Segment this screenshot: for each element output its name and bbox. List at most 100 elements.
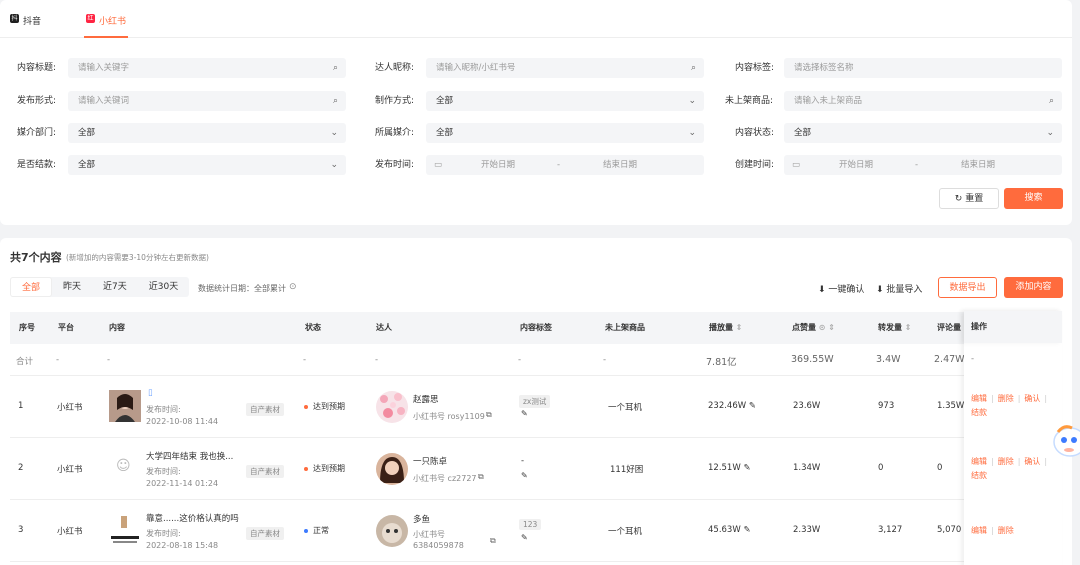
import-icon: ⬇	[876, 285, 884, 295]
status-badge: 正常	[304, 525, 329, 536]
col-status: 状态	[305, 323, 321, 332]
bookmark-icon: ▯	[148, 388, 153, 398]
publish-time-label: 发布时间:	[375, 160, 415, 170]
help-icon: ⊙	[818, 323, 826, 332]
status-badge: 达到预期	[304, 463, 345, 474]
media-owner-select[interactable]: 全部 ⌄	[426, 123, 704, 143]
row-actions: 编辑 | 删除	[971, 526, 1014, 535]
one-click-confirm-button[interactable]: ⬇ 一键确认	[818, 282, 864, 295]
export-button[interactable]: 数据导出	[938, 277, 997, 298]
chevron-down-icon: ⌄	[330, 160, 338, 170]
edit-icon[interactable]: ✎	[521, 409, 528, 418]
settle-button[interactable]: 结款	[971, 408, 987, 417]
placeholder-face-icon: ☺	[116, 458, 131, 474]
content-thumbnail[interactable]	[109, 390, 141, 422]
table-row: 3 小红书 靠意......这价格认真的吗 发布时间: 2022-08-18 1…	[10, 500, 1062, 562]
content-title[interactable]: 靠意......这价格认真的吗	[146, 512, 239, 524]
media-owner-label: 所属媒介:	[375, 128, 415, 138]
chevron-down-icon: ⌄	[330, 128, 338, 138]
edit-icon[interactable]: ✎	[743, 463, 750, 473]
delete-button[interactable]: 删除	[998, 457, 1014, 466]
edit-button[interactable]: 编辑	[971, 526, 987, 535]
chevron-down-icon: ⌄	[688, 128, 696, 138]
avatar	[376, 391, 408, 423]
confirm-button[interactable]: 确认	[1024, 394, 1040, 403]
production-method-label: 制作方式:	[375, 96, 415, 106]
avatar	[376, 453, 408, 485]
delete-button[interactable]: 删除	[998, 394, 1014, 403]
settle-button[interactable]: 结款	[971, 471, 987, 480]
tab-30days[interactable]: 近30天	[138, 277, 189, 297]
col-likes[interactable]: 点赞量 ⊙ ⇕	[792, 312, 835, 344]
publish-form-label: 发布形式:	[17, 96, 57, 106]
content-tag-select[interactable]: 请选择标签名称	[784, 58, 1062, 78]
publish-form-input[interactable]: 请输入关键词 ⌕	[68, 91, 346, 111]
col-content: 内容	[109, 323, 125, 332]
search-icon: ⌕	[332, 96, 338, 106]
assistant-icon[interactable]	[1050, 420, 1080, 462]
creator-name-label: 达人昵称:	[375, 63, 415, 73]
tab-douyin[interactable]: 抖 抖音	[10, 14, 41, 38]
help-icon[interactable]: ⊙	[289, 282, 297, 292]
edit-button[interactable]: 编辑	[971, 394, 987, 403]
table-row: 2 小红书 ☺ 大学四年结束 我也换... 发布时间: 2022-11-14 0…	[10, 438, 1062, 500]
search-icon: ⌕	[1048, 96, 1054, 106]
delete-button[interactable]: 删除	[998, 526, 1014, 535]
content-list-panel: 共7个内容 (新增加的内容需要3-10分钟左右更新数据) 全部 昨天 近7天 近…	[0, 238, 1072, 565]
edit-icon[interactable]: ✎	[521, 533, 528, 542]
sort-icon: ⇕	[904, 323, 912, 332]
media-dept-select[interactable]: 全部 ⌄	[68, 123, 346, 143]
edit-icon[interactable]: ✎	[743, 525, 750, 535]
content-tag-label: 内容标签:	[735, 63, 775, 73]
publish-time-range[interactable]: ▭ 开始日期 - 结束日期	[426, 155, 704, 175]
unlisted-product-input[interactable]: 请输入未上架商品 ⌕	[784, 91, 1062, 111]
copy-icon[interactable]: ⧉	[486, 410, 492, 420]
content-thumbnail[interactable]	[109, 514, 141, 546]
col-plays[interactable]: 播放量 ⇕	[709, 312, 743, 344]
row-actions: 编辑 | 删除 | 确认 | 结款	[971, 457, 1048, 480]
content-status-label: 内容状态:	[735, 128, 775, 138]
edit-icon[interactable]: ✎	[521, 471, 528, 480]
tab-7days[interactable]: 近7天	[92, 277, 138, 297]
source-tag: 自产素材	[246, 527, 284, 540]
col-ops: 操作	[971, 322, 987, 331]
col-shares[interactable]: 转发量 ⇕	[878, 312, 912, 344]
copy-icon[interactable]: ⧉	[478, 472, 484, 482]
source-tag: 自产素材	[246, 403, 284, 416]
search-button[interactable]: 搜索	[1004, 188, 1063, 209]
content-status-select[interactable]: 全部 ⌄	[784, 123, 1062, 143]
col-creator: 达人	[376, 323, 392, 332]
col-platform: 平台	[58, 323, 74, 332]
search-icon: ⌕	[690, 63, 696, 73]
totals-row: 合计 - - - - - - 7.81亿 369.55W 3.4W 2.47W	[10, 344, 1062, 376]
confirm-button[interactable]: 确认	[1024, 457, 1040, 466]
create-time-label: 创建时间:	[735, 160, 775, 170]
settled-label: 是否结款:	[17, 160, 57, 170]
production-method-select[interactable]: 全部 ⌄	[426, 91, 704, 111]
settled-select[interactable]: 全部 ⌄	[68, 155, 346, 175]
content-title[interactable]: 大学四年结束 我也换...	[146, 450, 233, 462]
tab-douyin-label: 抖音	[23, 17, 42, 27]
date-range-tabs: 全部 昨天 近7天 近30天	[10, 277, 190, 297]
col-unlisted: 未上架商品	[605, 323, 645, 332]
reset-button[interactable]: ↻ 重置	[939, 188, 999, 209]
tab-xiaohongshu[interactable]: 红 小红书	[84, 14, 129, 38]
content-tag: 123	[519, 519, 542, 530]
content-count-title: 共7个内容	[10, 251, 62, 264]
batch-import-button[interactable]: ⬇ 批量导入	[876, 282, 922, 295]
tab-yesterday[interactable]: 昨天	[52, 277, 92, 297]
creator-name-input[interactable]: 请输入昵称/小红书号 ⌕	[426, 58, 704, 78]
content-tag: zx测试	[519, 395, 551, 408]
edit-button[interactable]: 编辑	[971, 457, 987, 466]
platform-tabs: 抖 抖音 红 小红书	[0, 0, 1072, 38]
ops-column-header: 操作	[964, 311, 1062, 343]
copy-icon[interactable]: ⧉	[490, 536, 496, 546]
content-title-input[interactable]: 请输入关键字 ⌕	[68, 58, 346, 78]
table-row: 1 小红书 ▯ 发布时间: 2022-10-08 11:44 自产素材 达到预期…	[10, 376, 1062, 438]
edit-icon[interactable]: ✎	[749, 401, 756, 411]
col-tags: 内容标签	[520, 323, 552, 332]
add-content-button[interactable]: 添加内容	[1004, 277, 1063, 298]
chevron-down-icon: ⌄	[688, 96, 696, 106]
create-time-range[interactable]: ▭ 开始日期 - 结束日期	[784, 155, 1062, 175]
tab-all[interactable]: 全部	[10, 277, 53, 297]
